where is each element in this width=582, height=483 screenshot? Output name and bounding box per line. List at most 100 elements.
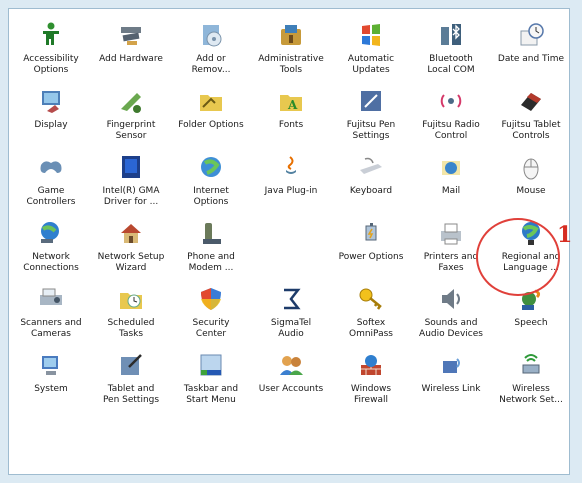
item-label: Automatic Updates [347,54,395,75]
item-label: Fujitsu Pen Settings [346,120,396,141]
control-panel-window: Accessibility Options Add Hardware Add or … [8,8,570,475]
firewall-icon [355,349,387,381]
item-label: Printers and Faxes [423,252,479,273]
item-label: Display [34,120,68,130]
control-panel-item-windows-firewall[interactable]: Windows Firewall [331,349,411,415]
control-panel-item-folder-options[interactable]: Folder Options [171,85,251,151]
control-panel-item-speech[interactable]: Speech [491,283,569,349]
svg-text:A: A [287,98,298,112]
item-label: Internet Options [193,186,229,207]
control-panel-item-system[interactable]: System [11,349,91,415]
control-panel-item-network-connections[interactable]: Network Connections [11,217,91,283]
control-panel-item-game-controllers[interactable]: Game Controllers [11,151,91,217]
control-panel-item-sigmatel-audio[interactable]: SigmaTel Audio [251,283,331,349]
annotation-number: 1 [557,222,573,248]
java-icon [275,151,307,183]
control-panel-item-wireless-link[interactable]: Wireless Link [411,349,491,415]
control-panel-item-bluetooth-local-com[interactable]: Bluetooth Local COM [411,19,491,85]
control-panel-item-date-and-time[interactable]: Date and Time [491,19,569,85]
item-label: Accessibility Options [23,54,79,75]
item-label: Network Setup Wizard [97,252,165,273]
control-panel-item-printers-and-faxes[interactable]: Printers and Faxes [411,217,491,283]
control-panel-item-internet-options[interactable]: Internet Options [171,151,251,217]
control-panel-item-wireless-network-set[interactable]: Wireless Network Set... [491,349,569,415]
item-label: Softex OmniPass [349,318,393,339]
item-label: Mouse [516,186,546,196]
item-label: Windows Firewall [350,384,392,405]
control-panel-item-intel-r-gma-driver-for[interactable]: Intel(R) GMA Driver for ... [91,151,171,217]
item-label: Regional and Language ... [501,252,561,273]
control-panel-item-power-options[interactable]: Power Options [331,217,411,283]
item-label: Power Options [338,252,404,262]
control-panel-item-fingerprint-sensor[interactable]: Fingerprint Sensor [91,85,171,151]
power-options-icon [355,217,387,249]
control-panel-item-mouse[interactable]: Mouse [491,151,569,217]
control-panel-item-scanners-and-cameras[interactable]: Scanners and Cameras [11,283,91,349]
security-center-icon [195,283,227,315]
control-panel-item-add-hardware[interactable]: Add Hardware [91,19,171,85]
tablet-controls-icon [515,85,547,117]
control-panel-grid: Accessibility Options Add Hardware Add or … [11,19,569,415]
sigmatel-audio-icon [275,283,307,315]
control-panel-item-sounds-and-audio-devices[interactable]: Sounds and Audio Devices [411,283,491,349]
item-label: Tablet and Pen Settings [102,384,160,405]
control-panel-item-security-center[interactable]: Security Center [171,283,251,349]
control-panel-item-fonts[interactable]: A Fonts [251,85,331,151]
control-panel-item-fujitsu-pen-settings[interactable]: Fujitsu Pen Settings [331,85,411,151]
keyboard-icon [355,151,387,183]
network-setup-icon [115,217,147,249]
control-panel-item-fujitsu-radio-control[interactable]: Fujitsu Radio Control [411,85,491,151]
item-label: Add or Remov... [191,54,231,75]
control-panel-item-java-plug-in[interactable]: Java Plug-in [251,151,331,217]
tablet-pen-icon [115,349,147,381]
taskbar-icon [195,349,227,381]
item-label: Fujitsu Radio Control [422,120,480,141]
speech-icon [515,283,547,315]
item-label: Administrative Tools [258,54,324,75]
control-panel-item-administrative-tools[interactable]: Administrative Tools [251,19,331,85]
item-label: Sounds and Audio Devices [419,318,483,339]
control-panel-item-mail[interactable]: Mail [411,151,491,217]
display-icon [35,85,67,117]
item-label: Date and Time [497,54,565,64]
add-hardware-icon [115,19,147,51]
internet-options-icon [195,151,227,183]
control-panel-item-phone-and-modem[interactable]: Phone and Modem ... [171,217,251,283]
item-label: Security Center [192,318,230,339]
item-label: Fujitsu Tablet Controls [501,120,561,141]
printers-icon [435,217,467,249]
item-label: Add Hardware [99,54,163,64]
item-label: Speech [514,318,548,328]
item-label: Mail [441,186,461,196]
game-controllers-icon [35,151,67,183]
control-panel-item-taskbar-and-start-menu[interactable]: Taskbar and Start Menu [171,349,251,415]
phone-modem-icon [195,217,227,249]
control-panel-item-softex-omnipass[interactable]: Softex OmniPass [331,283,411,349]
control-panel-item-fujitsu-tablet-controls[interactable]: Fujitsu Tablet Controls [491,85,569,151]
control-panel-item-add-or-remov[interactable]: Add or Remov... [171,19,251,85]
item-label: Folder Options [178,120,244,130]
control-panel-item-user-accounts[interactable]: User Accounts [251,349,331,415]
item-label: Taskbar and Start Menu [183,384,239,405]
control-panel-item-display[interactable]: Display [11,85,91,151]
wireless-network-icon [515,349,547,381]
control-panel-item-accessibility-options[interactable]: Accessibility Options [11,19,91,85]
regional-language-icon [515,217,547,249]
item-label: Keyboard [349,186,393,196]
item-label: Intel(R) GMA Driver for ... [102,186,160,207]
fingerprint-sensor-icon [115,85,147,117]
item-label: Wireless Link [421,384,481,394]
control-panel-item-scheduled-tasks[interactable]: Scheduled Tasks [91,283,171,349]
intel-gma-icon [115,151,147,183]
mouse-icon [515,151,547,183]
item-label: Bluetooth Local COM [427,54,475,75]
user-accounts-icon [275,349,307,381]
control-panel-item-keyboard[interactable]: Keyboard [331,151,411,217]
control-panel-item-automatic-updates[interactable]: Automatic Updates [331,19,411,85]
control-panel-item-network-setup-wizard[interactable]: Network Setup Wizard [91,217,171,283]
omnipass-key-icon [355,283,387,315]
bluetooth-icon [435,19,467,51]
date-time-icon [515,19,547,51]
control-panel-item-tablet-and-pen-settings[interactable]: Tablet and Pen Settings [91,349,171,415]
item-label: Java Plug-in [264,186,318,196]
